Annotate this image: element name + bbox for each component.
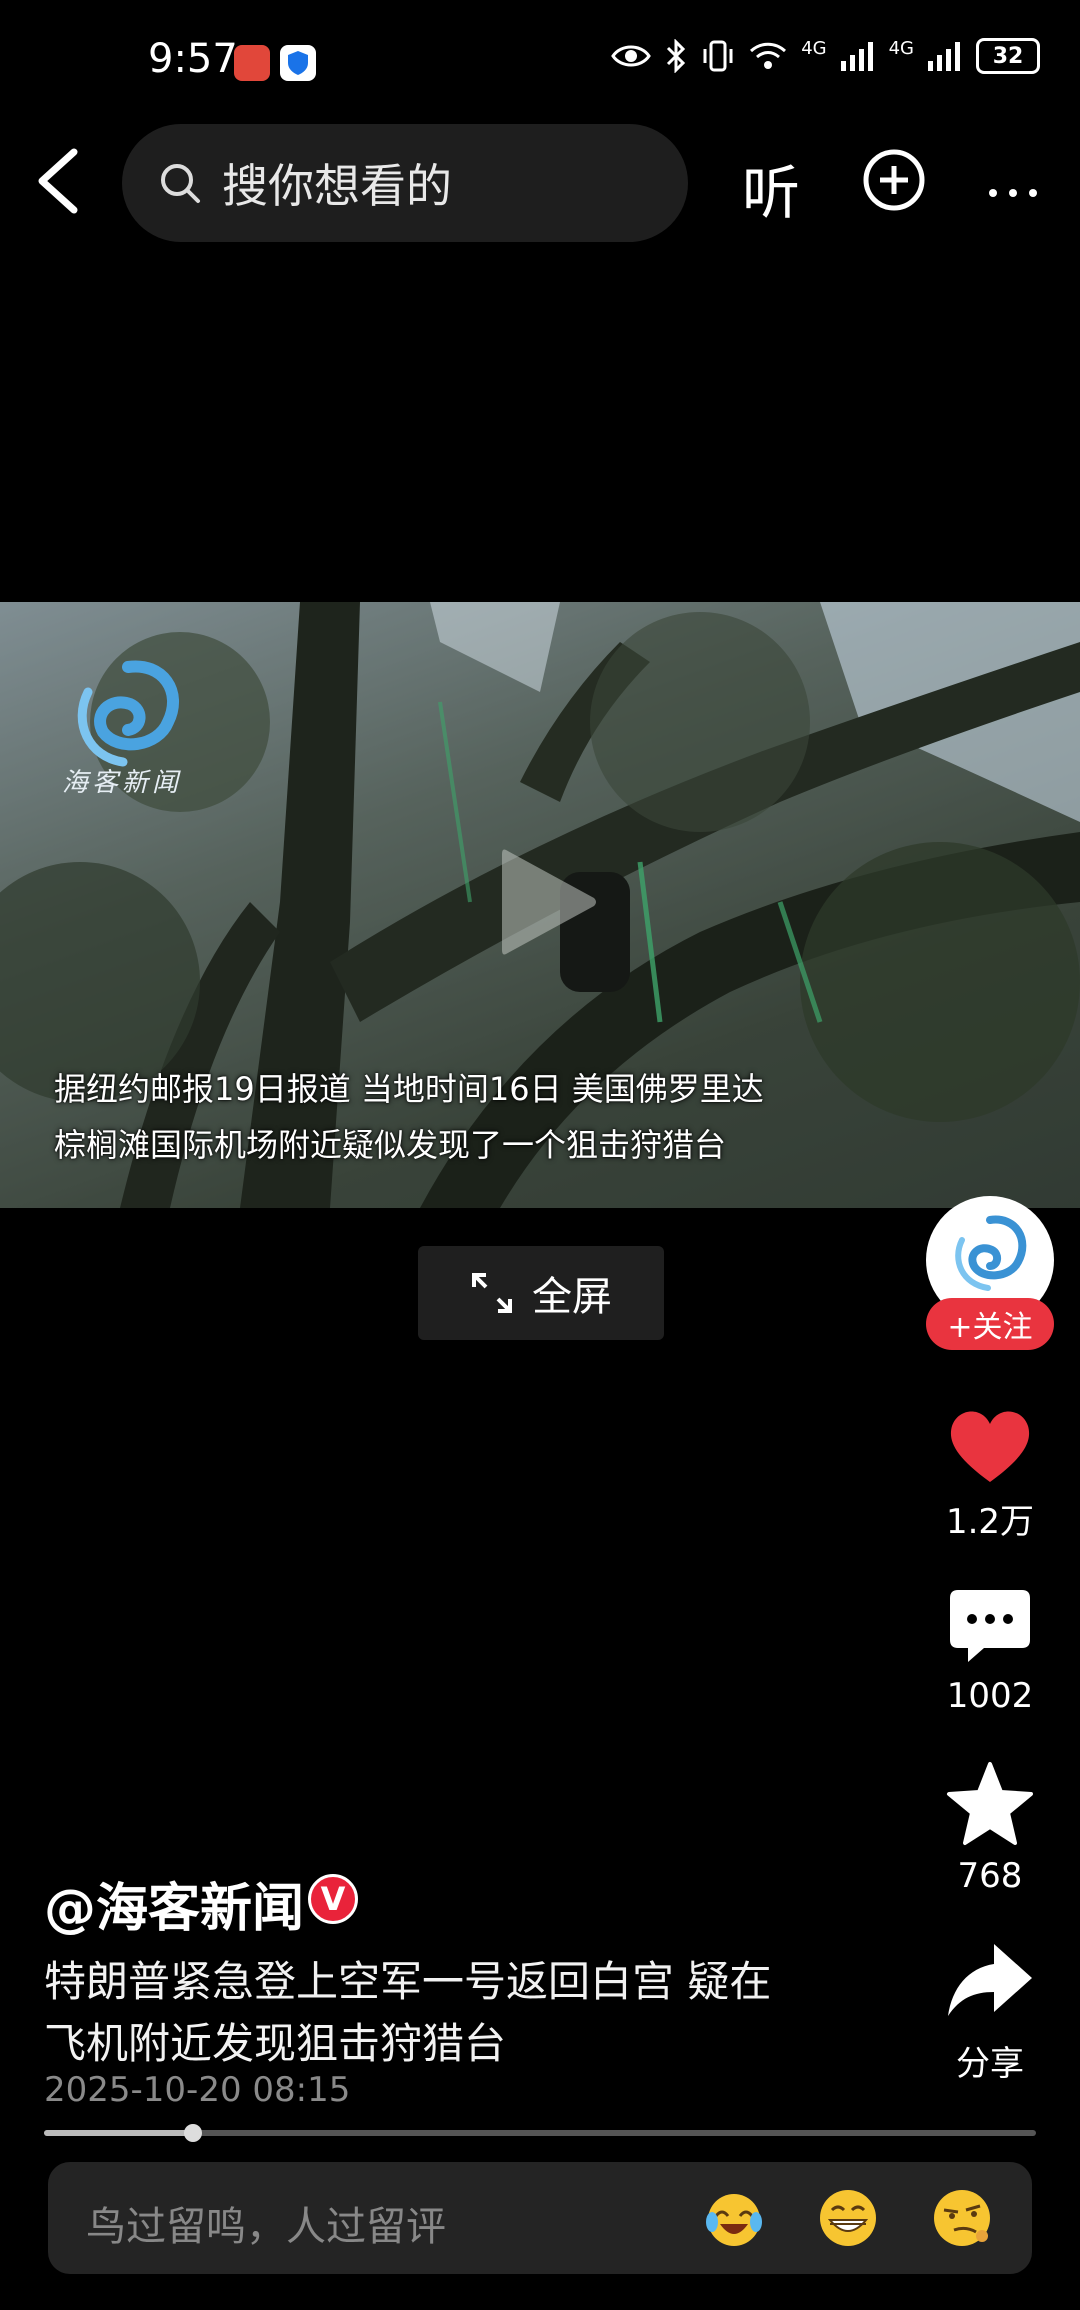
signal-icon	[840, 42, 873, 71]
status-time: 9:57	[148, 36, 238, 82]
eye-icon	[611, 45, 651, 67]
post-timestamp: 2025-10-20 08:15	[44, 2070, 351, 2110]
battery-indicator: 32	[976, 38, 1040, 74]
search-placeholder: 搜你想看的	[222, 159, 452, 213]
search-input[interactable]: 搜你想看的	[122, 124, 688, 242]
comment-placeholder: 鸟过留鸣，人过留评	[86, 2204, 446, 2250]
fullscreen-label: 全屏	[532, 1274, 612, 1320]
follow-button[interactable]: +关注	[926, 1298, 1054, 1350]
author-name[interactable]: @海客新闻	[44, 1866, 304, 1941]
huawei-app-icon	[234, 45, 270, 81]
video-caption-line-1: 据纽约邮报19日报道 当地时间16日 美国佛罗里达	[54, 1070, 764, 1108]
listen-button[interactable]: 听	[742, 146, 800, 230]
expand-icon	[472, 1273, 512, 1313]
video-player[interactable]: 海客新闻 据纽约邮报19日报道 当地时间16日 美国佛罗里达 棕榈滩国际机场附近…	[0, 602, 1080, 1208]
network-type-1: 4G	[801, 38, 827, 59]
favorite-button[interactable]	[944, 1758, 1036, 1850]
like-count: 1.2万	[945, 1502, 1035, 1542]
play-icon[interactable]	[492, 842, 602, 962]
back-button[interactable]	[30, 146, 86, 216]
favorite-count: 768	[957, 1856, 1023, 1896]
signal-icon-2	[928, 42, 960, 71]
more-options-button[interactable]	[988, 150, 1038, 213]
video-caption-line-2: 棕榈滩国际机场附近疑似发现了一个狙击狩猎台	[54, 1126, 727, 1164]
shield-icon	[280, 45, 316, 81]
video-progress-fill	[44, 2130, 193, 2136]
post-title-line-2: 飞机附近发现狙击狩猎台	[44, 2019, 507, 2068]
share-button[interactable]	[944, 1936, 1036, 2028]
bluetooth-icon	[667, 39, 686, 73]
status-icons: 4G 4G 32	[611, 38, 1040, 74]
video-progress-handle[interactable]	[184, 2124, 202, 2142]
fullscreen-button[interactable]: 全屏	[418, 1246, 664, 1340]
share-label: 分享	[956, 2044, 1024, 2084]
like-button[interactable]	[944, 1400, 1036, 1492]
search-icon	[161, 164, 200, 203]
comment-button[interactable]	[944, 1580, 1036, 1672]
chevron-left-icon	[38, 148, 78, 214]
plus-circle-icon	[863, 149, 925, 211]
network-type-2: 4G	[888, 38, 914, 59]
vibrate-icon	[703, 40, 733, 72]
watermark-text: 海客新闻	[62, 768, 183, 798]
smirking-emoji-icon[interactable]	[930, 2186, 994, 2250]
grinning-emoji-icon[interactable]	[816, 2186, 880, 2250]
comment-count: 1002	[946, 1676, 1034, 1716]
wifi-icon	[750, 42, 787, 69]
verified-badge: V	[308, 1874, 358, 1924]
add-button[interactable]	[862, 148, 926, 212]
more-dots-icon	[989, 189, 1037, 197]
laughing-crying-emoji-icon[interactable]	[702, 2186, 766, 2250]
post-title-line-1: 特朗普紧急登上空军一号返回白宫 疑在	[44, 1957, 772, 2006]
share-arrow-icon	[948, 1944, 1032, 2016]
star-icon	[947, 1762, 1033, 1845]
comment-bubble-icon	[950, 1590, 1030, 1662]
heart-icon	[950, 1411, 1030, 1482]
